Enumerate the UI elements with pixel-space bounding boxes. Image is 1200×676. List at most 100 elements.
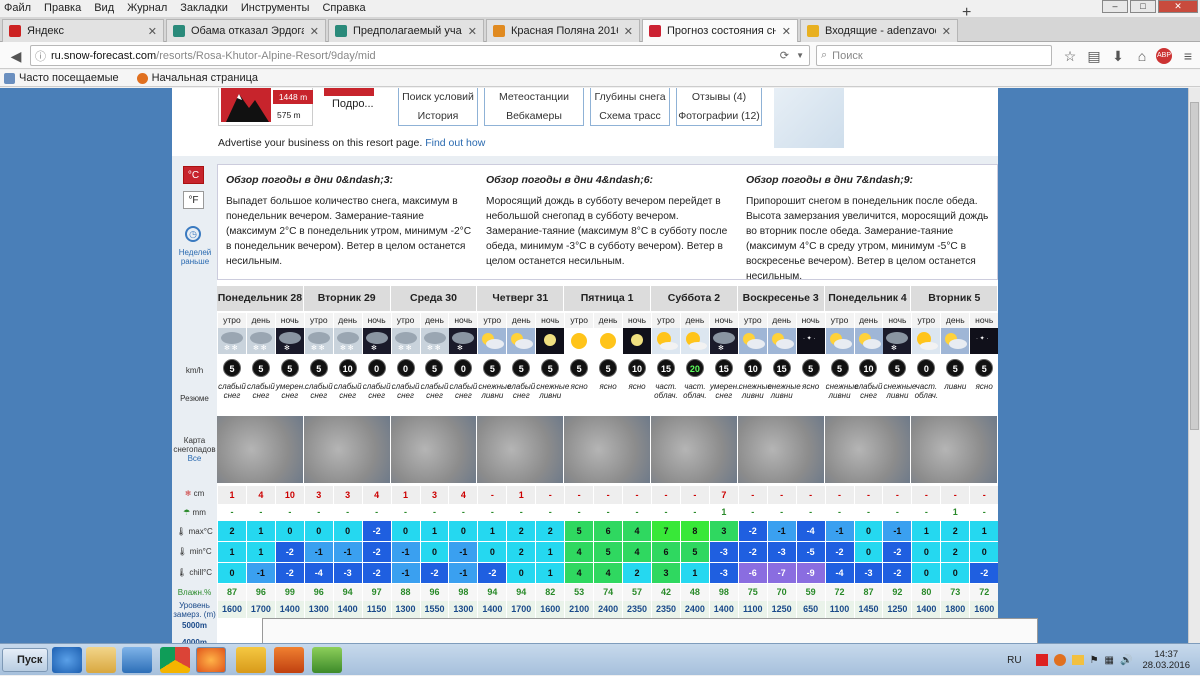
dropdown-arrow-icon[interactable]: ▼: [796, 51, 804, 60]
reload-icon[interactable]: ⟳: [780, 49, 789, 62]
browser-tab[interactable]: Обама отказал Эрдогану в ... ✕: [166, 19, 326, 42]
header-link-piste-map[interactable]: Схема трасс: [591, 107, 669, 126]
tab-close-icon[interactable]: ✕: [624, 25, 633, 38]
mail-icon[interactable]: [236, 647, 266, 673]
scrollbar[interactable]: [1188, 88, 1200, 643]
snowfall-map[interactable]: [651, 416, 738, 483]
header-button-reviews[interactable]: Отзывы (4) Фотографии (12): [676, 88, 762, 126]
wind-speed: 0: [912, 358, 940, 380]
browser-tab[interactable]: Красная Поляна 2016 - Стр... ✕: [486, 19, 640, 42]
scrollbar-thumb[interactable]: [1190, 102, 1199, 430]
tray-icon-red[interactable]: [1035, 654, 1048, 666]
time-of-day-label: утро: [738, 313, 767, 328]
reading-list-icon[interactable]: ▤: [1084, 46, 1104, 66]
chrome-icon[interactable]: [160, 647, 190, 673]
header-button-stations[interactable]: Метеостанции Вебкамеры: [484, 88, 584, 126]
day-header[interactable]: Вторник 5: [911, 286, 999, 311]
browser-tab[interactable]: Прогноз состояния снега и ... ✕: [642, 19, 798, 42]
browser-tab[interactable]: Яндекс ✕: [2, 19, 164, 42]
tray-icon-volume[interactable]: 🔊: [1120, 655, 1132, 666]
menu-item[interactable]: Файл: [4, 2, 31, 14]
menu-item[interactable]: Инструменты: [241, 2, 310, 14]
wind-speed: 5: [218, 358, 246, 380]
day-header[interactable]: Понедельник 28: [217, 286, 304, 311]
header-link-photos[interactable]: Фотографии (12): [677, 107, 761, 126]
menu-item[interactable]: Вид: [94, 2, 114, 14]
url-bar[interactable]: ⓘ ru.snow-forecast.com/resorts/Rosa-Khut…: [30, 45, 810, 66]
day-header[interactable]: Суббота 2: [651, 286, 738, 311]
adblock-icon[interactable]: ABP: [1156, 48, 1172, 64]
downloads-icon[interactable]: ⬇: [1108, 46, 1128, 66]
humidity-value: 57: [623, 584, 651, 601]
language-indicator[interactable]: RU: [1007, 655, 1021, 666]
header-link-history[interactable]: История: [399, 107, 477, 126]
explorer-icon[interactable]: [86, 647, 116, 673]
day-header[interactable]: Четверг 31: [477, 286, 565, 311]
snowfall-map[interactable]: [303, 416, 391, 483]
tab-close-icon[interactable]: ✕: [148, 25, 157, 38]
search-input[interactable]: ⌕ Поиск: [816, 45, 1052, 66]
freezing-level-value: 2400: [680, 601, 709, 618]
min-temp: 1: [246, 542, 275, 562]
snowfall-map[interactable]: [737, 416, 825, 483]
header-button-depths[interactable]: Глубины снега Схема трасс: [590, 88, 670, 126]
maximize-button[interactable]: □: [1130, 0, 1156, 13]
snowfall-map[interactable]: [217, 416, 304, 483]
bookmark-star-icon[interactable]: ☆: [1060, 46, 1080, 66]
more-link[interactable]: Подро...: [332, 98, 374, 110]
browser-tab[interactable]: Предполагаемый участник ... ✕: [328, 19, 484, 42]
home-icon[interactable]: ⌂: [1132, 46, 1152, 66]
firefox-taskbar-icon[interactable]: [196, 647, 226, 673]
menu-icon[interactable]: ≡: [1178, 46, 1198, 66]
earlier-link[interactable]: Неделей раньше: [174, 248, 216, 266]
menu-item[interactable]: Журнал: [127, 2, 167, 14]
browser-tab[interactable]: Входящие - adenzavod_2@... ✕: [800, 19, 958, 42]
header-link-stations[interactable]: Метеостанции: [485, 88, 583, 107]
tray-icon-firefox[interactable]: [1053, 654, 1066, 666]
close-window-button[interactable]: ✕: [1158, 0, 1198, 13]
celsius-button[interactable]: °C: [183, 166, 204, 184]
info-icon[interactable]: ⓘ: [35, 48, 46, 64]
day-header[interactable]: Понедельник 4: [824, 286, 912, 311]
start-button[interactable]: Пуск: [2, 648, 48, 672]
snowfall-map[interactable]: [477, 416, 565, 483]
pdf-icon[interactable]: [274, 647, 304, 673]
menu-item[interactable]: Закладки: [180, 2, 228, 14]
tab-close-icon[interactable]: ✕: [468, 25, 477, 38]
snowfall-map[interactable]: [390, 416, 478, 483]
bookmark-home[interactable]: Начальная страница: [136, 72, 258, 84]
snowfall-map[interactable]: [564, 416, 651, 483]
day-header[interactable]: Вторник 29: [303, 286, 391, 311]
tab-close-icon[interactable]: ✕: [782, 25, 791, 38]
header-link-search[interactable]: Поиск условий: [399, 88, 477, 107]
day-header[interactable]: Пятница 1: [564, 286, 651, 311]
tray-icon-mail[interactable]: [1071, 655, 1084, 665]
media-player-icon[interactable]: [122, 647, 152, 673]
fahrenheit-button[interactable]: °F: [183, 191, 204, 209]
header-link-depths[interactable]: Глубины снега: [591, 88, 669, 107]
snowfall-map[interactable]: [824, 416, 912, 483]
tray-icon-flag[interactable]: ⚑: [1090, 655, 1099, 666]
ie-icon[interactable]: [52, 647, 82, 673]
snowfall-map[interactable]: [911, 416, 999, 483]
header-link-webcams[interactable]: Вебкамеры: [485, 107, 583, 126]
menu-item[interactable]: Правка: [44, 2, 81, 14]
app-icon[interactable]: [312, 647, 342, 673]
header-link-reviews[interactable]: Отзывы (4): [677, 88, 761, 107]
tab-close-icon[interactable]: ✕: [310, 25, 319, 38]
back-icon[interactable]: ◀: [6, 46, 26, 66]
clock-icon[interactable]: ◷: [185, 226, 201, 242]
bookmark-frequent[interactable]: Часто посещаемые: [4, 72, 119, 84]
tab-close-icon[interactable]: ✕: [942, 25, 951, 38]
menu-item[interactable]: Справка: [322, 2, 365, 14]
minimize-button[interactable]: –: [1102, 0, 1128, 13]
header-button-search[interactable]: Поиск условий История: [398, 88, 478, 126]
clock[interactable]: 14:37 28.03.2016: [1142, 649, 1190, 671]
new-tab-button[interactable]: +: [962, 4, 971, 22]
map-all-link[interactable]: Все: [188, 454, 202, 463]
day-header[interactable]: Среда 30: [390, 286, 478, 311]
days-tab[interactable]: [324, 88, 374, 96]
find-out-link[interactable]: Find out how: [425, 137, 485, 149]
day-header[interactable]: Воскресенье 3: [737, 286, 825, 311]
tray-icon-network[interactable]: ▦: [1105, 655, 1114, 666]
